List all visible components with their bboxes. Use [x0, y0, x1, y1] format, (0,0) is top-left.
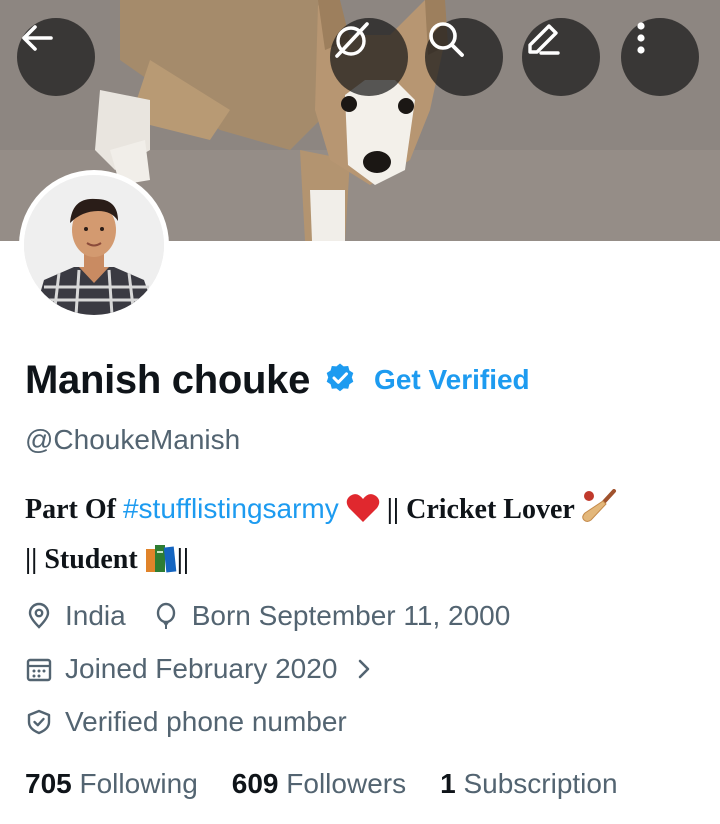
shield-check-icon — [25, 708, 53, 736]
books-icon — [145, 542, 177, 587]
verified-phone-row: Verified phone number — [25, 706, 347, 738]
followers-count: 609 — [231, 768, 279, 799]
location-item: India — [25, 600, 126, 632]
subscriptions-link[interactable]: 1 Subscription — [440, 768, 617, 800]
verified-badge-icon — [310, 362, 356, 399]
chevron-right-icon — [355, 657, 373, 681]
cricket-bat-icon — [581, 489, 617, 537]
bio-prefix: Part Of — [25, 494, 123, 525]
search-button[interactable] — [425, 18, 503, 96]
bio-middle: || Cricket Lover — [379, 494, 582, 525]
location-text: India — [65, 600, 126, 631]
joined-text: Joined February 2020 — [65, 653, 338, 684]
get-verified-link[interactable]: Get Verified — [374, 364, 530, 396]
bio-line2: || Student — [25, 544, 145, 575]
following-link[interactable]: 705 Following — [25, 768, 198, 800]
edit-profile-button[interactable] — [522, 18, 600, 96]
verified-phone-text: Verified phone number — [65, 706, 347, 737]
followers-label: Followers — [286, 768, 407, 799]
subscriptions-label: Subscription — [463, 768, 618, 799]
joined-row[interactable]: Joined February 2020 — [25, 653, 373, 685]
more-options-button[interactable] — [621, 18, 699, 96]
name-row: Manish chouke Get Verified — [25, 352, 530, 408]
following-label: Following — [79, 768, 198, 799]
username-handle: @ChoukeManish — [25, 424, 241, 455]
followers-link[interactable]: 609 Followers — [232, 768, 406, 800]
profile-meta-row-1: India Born September 11, 2000 — [25, 600, 510, 632]
calendar-icon — [25, 655, 53, 683]
balloon-icon — [152, 602, 180, 630]
back-button[interactable] — [17, 18, 95, 96]
red-heart-icon — [346, 492, 380, 537]
avatar — [24, 175, 164, 315]
display-name: Manish chouke — [25, 357, 311, 402]
bio-suffix: || — [176, 544, 190, 575]
location-pin-icon — [25, 602, 53, 630]
avatar-photo — [24, 175, 164, 315]
bio-hashtag-link[interactable]: #stufflistingsarmy — [123, 493, 339, 524]
birthday-text: Born September 11, 2000 — [191, 600, 511, 631]
profile-avatar[interactable] — [19, 170, 169, 320]
birthday-item: Born September 11, 2000 — [152, 600, 511, 632]
profile-stats: 705 Following 609 Followers 1 Subscripti… — [25, 768, 618, 800]
profile-bio: Part Of #stufflistingsarmy || Cricket Lo… — [25, 486, 705, 587]
subscriptions-count: 1 — [440, 768, 456, 799]
following-count: 705 — [25, 768, 72, 799]
grok-button[interactable] — [330, 18, 408, 96]
